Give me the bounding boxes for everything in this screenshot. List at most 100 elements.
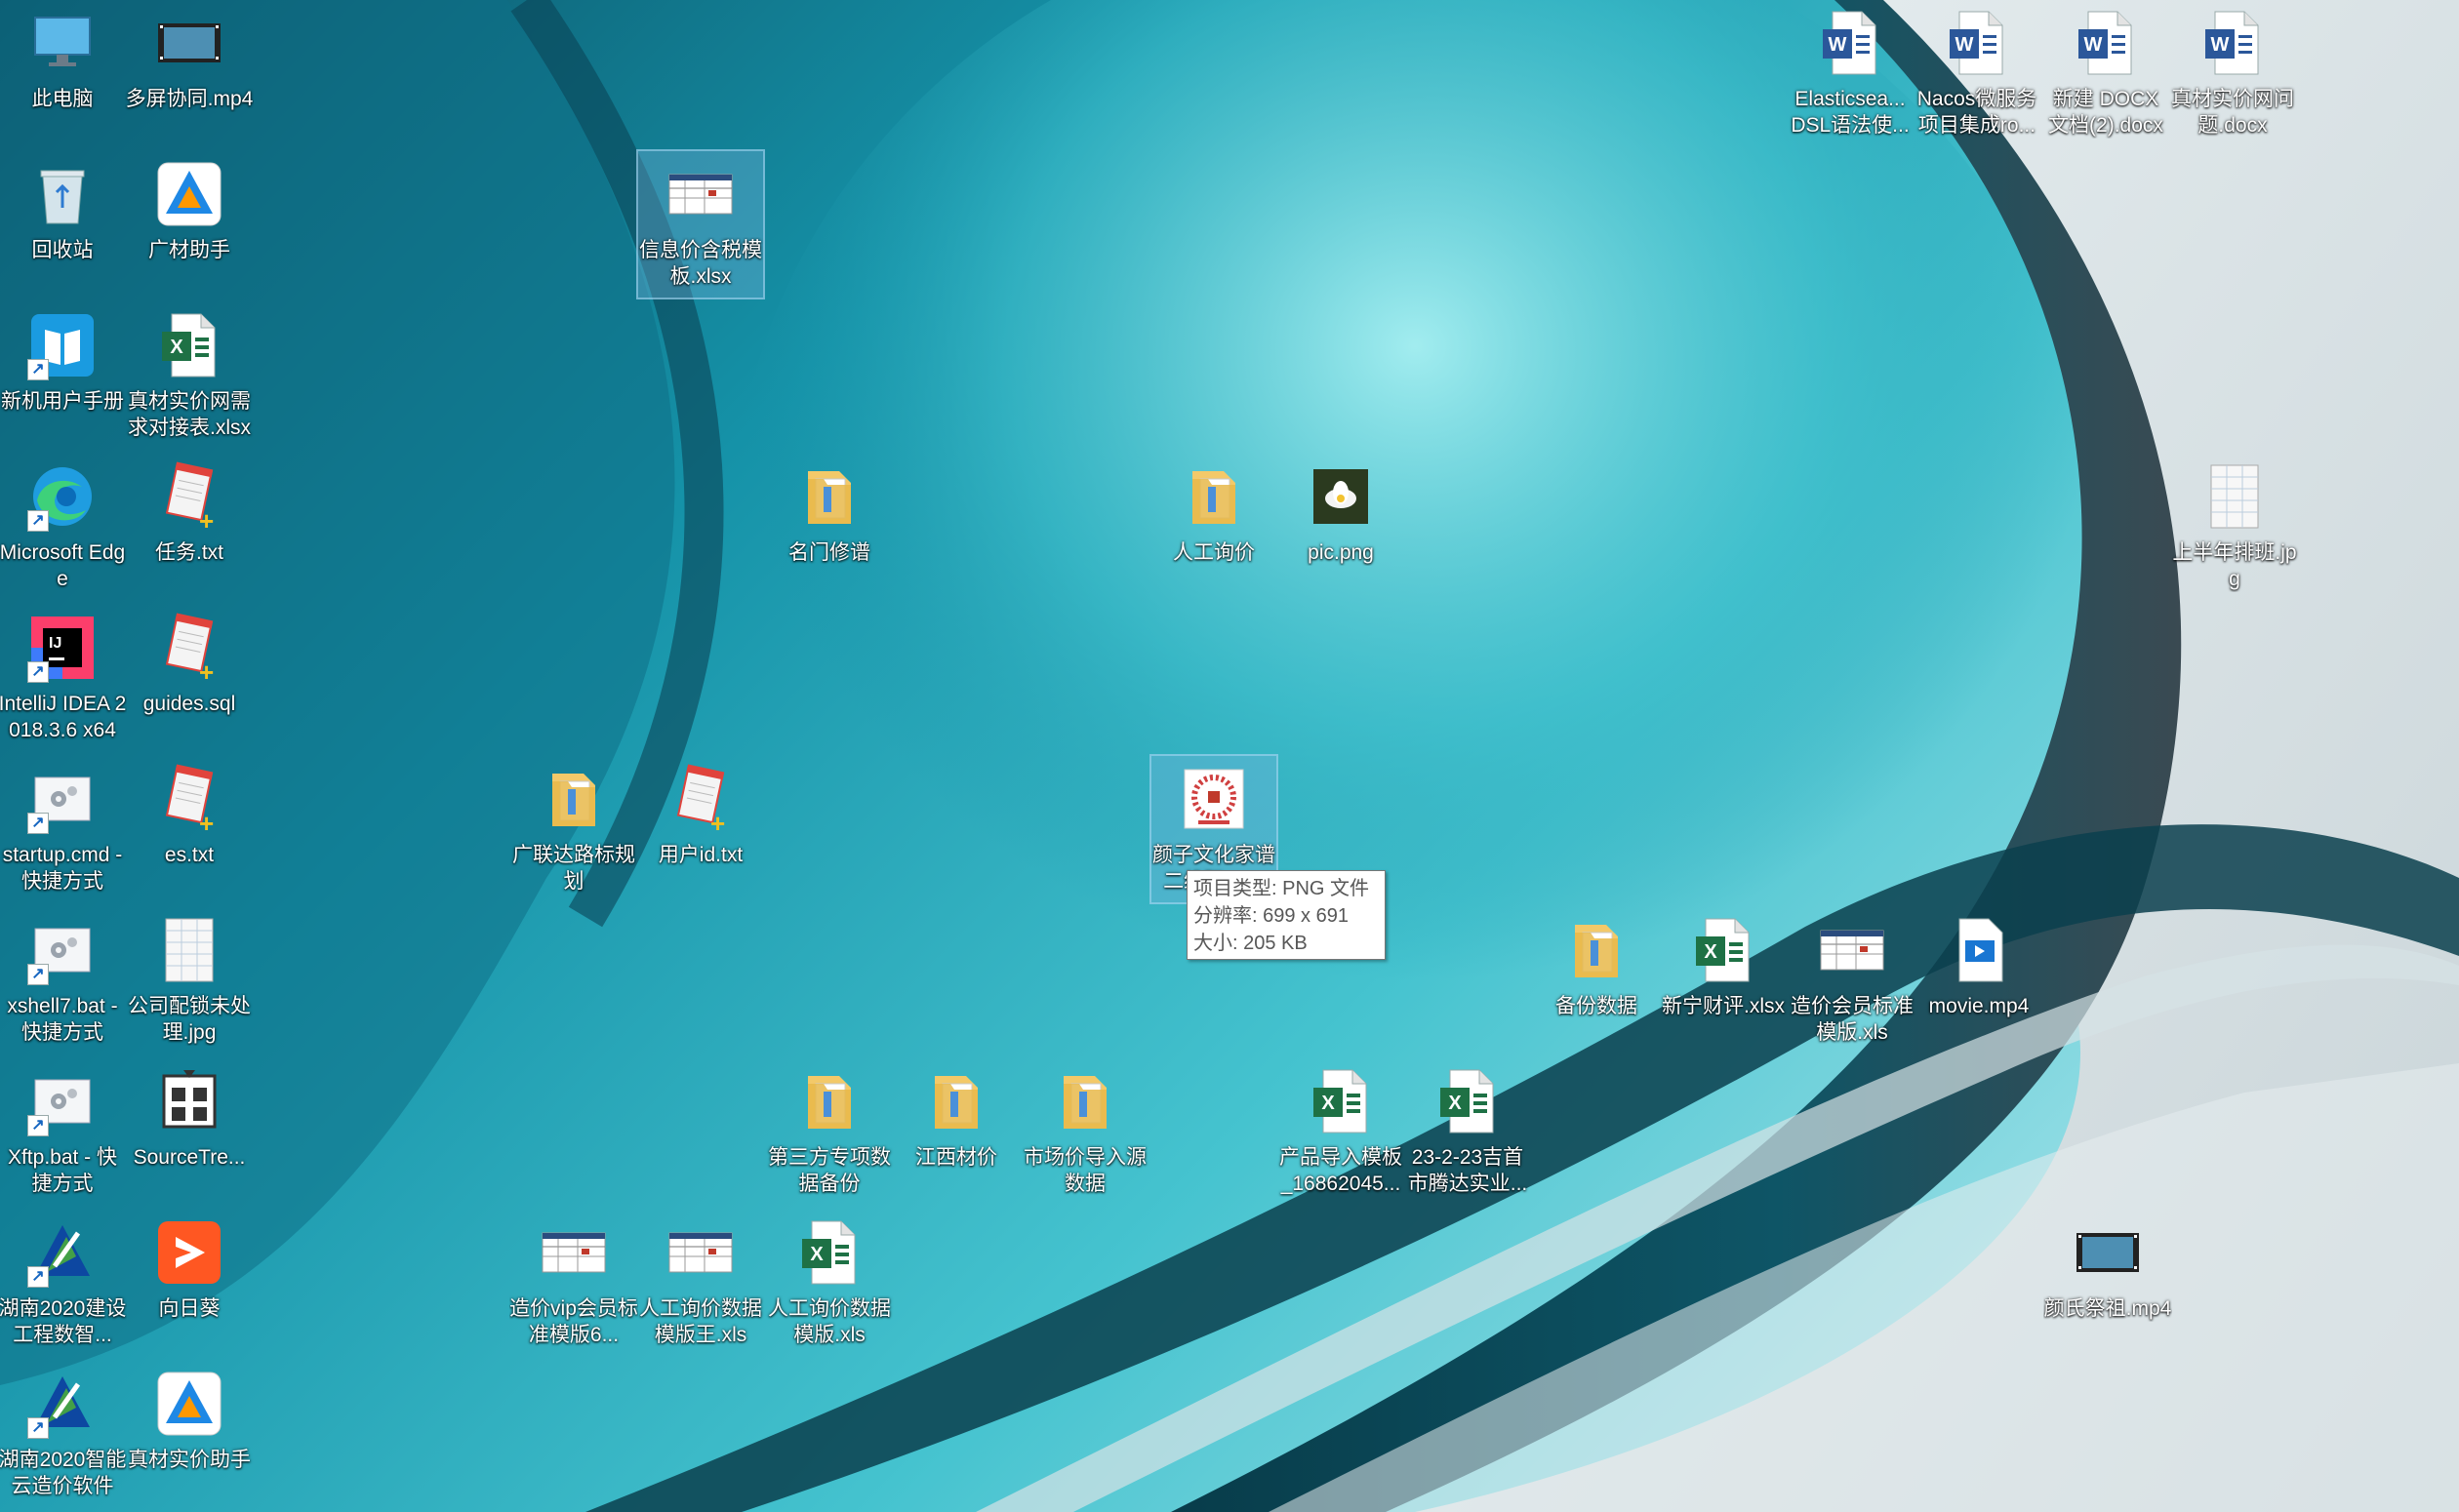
icon-guides-sql[interactable]: + guides.sql — [127, 605, 252, 751]
notepad-icon: + — [154, 461, 224, 536]
spreadsheet-thumbnail-icon — [665, 1217, 736, 1288]
icon-label: 新机用户手册 — [1, 390, 124, 413]
icon-label: 真材实价助手 — [128, 1449, 251, 1471]
excel-icon: X — [1432, 1066, 1503, 1136]
svg-text:+: + — [199, 506, 214, 532]
icon-label: 向日葵 — [158, 1297, 221, 1320]
icon-zhencai-xlsx[interactable]: X 真材实价网需求对接表.xlsx — [127, 302, 252, 449]
icon-multiscreen-mp4[interactable]: 多屏协同.mp4 — [125, 0, 254, 146]
icon-label: 真材实价网需求对接表.xlsx — [128, 390, 251, 439]
folder-icon — [794, 461, 865, 532]
icon-23-2-23-xlsx[interactable]: X 23-2-23吉首市腾达实业... — [1405, 1058, 1530, 1205]
icon-recycle-bin[interactable]: 回收站 — [0, 151, 125, 298]
icon-label: 广材助手 — [148, 239, 230, 261]
icon-jiangxi-folder[interactable]: 江西材价 — [894, 1058, 1019, 1205]
icon-label: guides.sql — [142, 693, 236, 715]
icon-zaojia-vip-xls[interactable]: 造价vip会员标准模版6... — [509, 1210, 638, 1356]
icon-this-pc[interactable]: 此电脑 — [0, 0, 125, 146]
icon-label: pic.png — [1308, 541, 1374, 564]
icon-movie-mp4[interactable]: movie.mp4 — [1916, 907, 2041, 1054]
icon-xinxijia-xlsx[interactable]: 信息价含税模板.xlsx — [636, 149, 765, 299]
icon-disanfang-folder[interactable]: 第三方专项数据备份 — [767, 1058, 892, 1205]
tooltip-resolution-line: 分辨率: 699 x 691 — [1193, 905, 1349, 927]
recycle-bin-icon — [27, 159, 98, 229]
icon-label: Elasticsea... DSL语法使... — [1791, 88, 1910, 137]
icon-xinning-xlsx[interactable]: X 新宁财评.xlsx — [1661, 907, 1786, 1054]
icon-company-jpg[interactable]: 公司配锁未处理.jpg — [127, 907, 252, 1054]
icon-startup-cmd[interactable]: ↗ startup.cmd - 快捷方式 — [0, 756, 125, 902]
media-file-icon — [1944, 915, 2014, 985]
tooltip-size-line: 大小: 205 KB — [1193, 933, 1308, 954]
svg-text:+: + — [199, 809, 214, 834]
icon-label: 名门修谱 — [788, 541, 870, 564]
icon-label: 用户id.txt — [658, 844, 744, 866]
icon-yanshi-mp4[interactable]: 颜氏祭祖.mp4 — [2044, 1210, 2171, 1356]
icon-sourcetree[interactable]: SourceTre... — [127, 1058, 252, 1205]
folder-icon — [794, 1066, 865, 1136]
icon-xftp-bat[interactable]: ↗ Xftp.bat - 快捷方式 — [0, 1058, 125, 1205]
app-logo-icon — [154, 159, 224, 229]
icon-zhencai-question-docx[interactable]: W 真材实价网问题.docx — [2170, 0, 2295, 146]
svg-text:X: X — [810, 1244, 824, 1265]
shortcut-arrow-icon: ↗ — [27, 510, 49, 532]
icon-backup-folder[interactable]: 备份数据 — [1534, 907, 1659, 1054]
icon-guanglian-folder[interactable]: 广联达路标规划 — [511, 756, 636, 902]
sunflower-icon — [154, 1217, 224, 1288]
icon-guangcai-helper[interactable]: 广材助手 — [127, 151, 252, 298]
icon-rengong-data-xls[interactable]: X 人工询价数据模版.xls — [767, 1210, 892, 1356]
icon-new-user-manual[interactable]: ↗ 新机用户手册 — [0, 302, 125, 449]
icon-label: 23-2-23吉首市腾达实业... — [1407, 1146, 1528, 1195]
word-document-icon: W — [1942, 8, 2012, 78]
spreadsheet-thumbnail-icon — [1817, 915, 1887, 985]
icon-rengong-wang-xls[interactable]: 人工询价数据模版王.xls — [638, 1210, 763, 1356]
lotus-thumbnail-icon — [1306, 461, 1376, 532]
svg-text:IJ: IJ — [49, 635, 61, 652]
icon-hunan-jianshe[interactable]: ↗ 湖南2020建设工程数智... — [0, 1210, 126, 1356]
icon-zaojia-member-xls[interactable]: 造价会员标准模版.xls — [1790, 907, 1915, 1054]
excel-icon: X — [794, 1217, 865, 1288]
svg-text:+: + — [710, 809, 725, 834]
notepad-icon: + — [665, 764, 736, 838]
svg-text:X: X — [1321, 1093, 1335, 1114]
qr-thumbnail-icon — [1179, 764, 1249, 834]
tooltip-type-line: 项目类型: PNG 文件 — [1193, 878, 1370, 899]
icon-label: Xftp.bat - 快捷方式 — [7, 1146, 118, 1195]
app-logo-icon — [154, 1369, 224, 1439]
image-thumbnail-icon — [154, 915, 224, 985]
icon-hunan-zhineng[interactable]: ↗ 湖南2020智能云造价软件 — [0, 1361, 126, 1507]
spreadsheet-thumbnail-icon — [665, 159, 736, 229]
shortcut-arrow-icon: ↗ — [27, 813, 49, 834]
book-icon: ↗ — [27, 310, 98, 380]
icon-task-txt[interactable]: + 任务.txt — [127, 454, 252, 600]
icon-shangbannian-jpg[interactable]: 上半年排班.jpg — [2172, 454, 2297, 600]
icon-product-import-xlsx[interactable]: X 产品导入模板_16862045... — [1278, 1058, 1403, 1205]
icon-pic-png[interactable]: pic.png — [1278, 454, 1403, 600]
icon-shichang-folder[interactable]: 市场价导入源数据 — [1023, 1058, 1148, 1205]
icon-nacos-docx[interactable]: W Nacos微服务项目集成ro... — [1915, 0, 2039, 146]
icon-zhencai-helper[interactable]: 真材实价助手 — [127, 1361, 252, 1507]
icon-label: 真材实价网问题.docx — [2171, 88, 2294, 137]
excel-icon: X — [154, 310, 224, 380]
icon-edge[interactable]: ↗ Microsoft Edge — [0, 454, 125, 600]
icon-label: 产品导入模板_16862045... — [1279, 1146, 1402, 1195]
icon-xshell-bat[interactable]: ↗ xshell7.bat - 快捷方式 — [0, 907, 125, 1054]
intellij-icon: IJ ↗ — [27, 613, 98, 683]
icon-intellij[interactable]: IJ ↗ IntelliJ IDEA 2018.3.6 x64 — [0, 605, 126, 751]
gear-file-icon: ↗ — [27, 915, 98, 985]
file-info-tooltip: 项目类型: PNG 文件 分辨率: 699 x 691 大小: 205 KB — [1187, 870, 1386, 960]
icon-label: 江西材价 — [915, 1146, 997, 1169]
icon-userid-txt[interactable]: + 用户id.txt — [638, 756, 763, 902]
icon-elasticsearch-docx[interactable]: W Elasticsea... DSL语法使... — [1788, 0, 1913, 146]
icon-xiangrikui[interactable]: 向日葵 — [127, 1210, 252, 1356]
sourcetree-icon — [154, 1066, 224, 1136]
icon-label: 多屏协同.mp4 — [125, 88, 254, 110]
icon-es-txt[interactable]: + es.txt — [127, 756, 252, 902]
video-thumbnail-icon — [154, 8, 224, 78]
icon-new-docx[interactable]: W 新建 DOCX 文档(2).docx — [2043, 0, 2168, 146]
icon-mingmen-folder[interactable]: 名门修谱 — [767, 454, 892, 600]
svg-text:W: W — [2084, 34, 2103, 56]
icon-rengong-folder[interactable]: 人工询价 — [1151, 454, 1276, 600]
notepad-icon: + — [154, 764, 224, 838]
image-thumbnail-icon — [2199, 461, 2270, 532]
icon-label: SourceTre... — [133, 1146, 246, 1169]
